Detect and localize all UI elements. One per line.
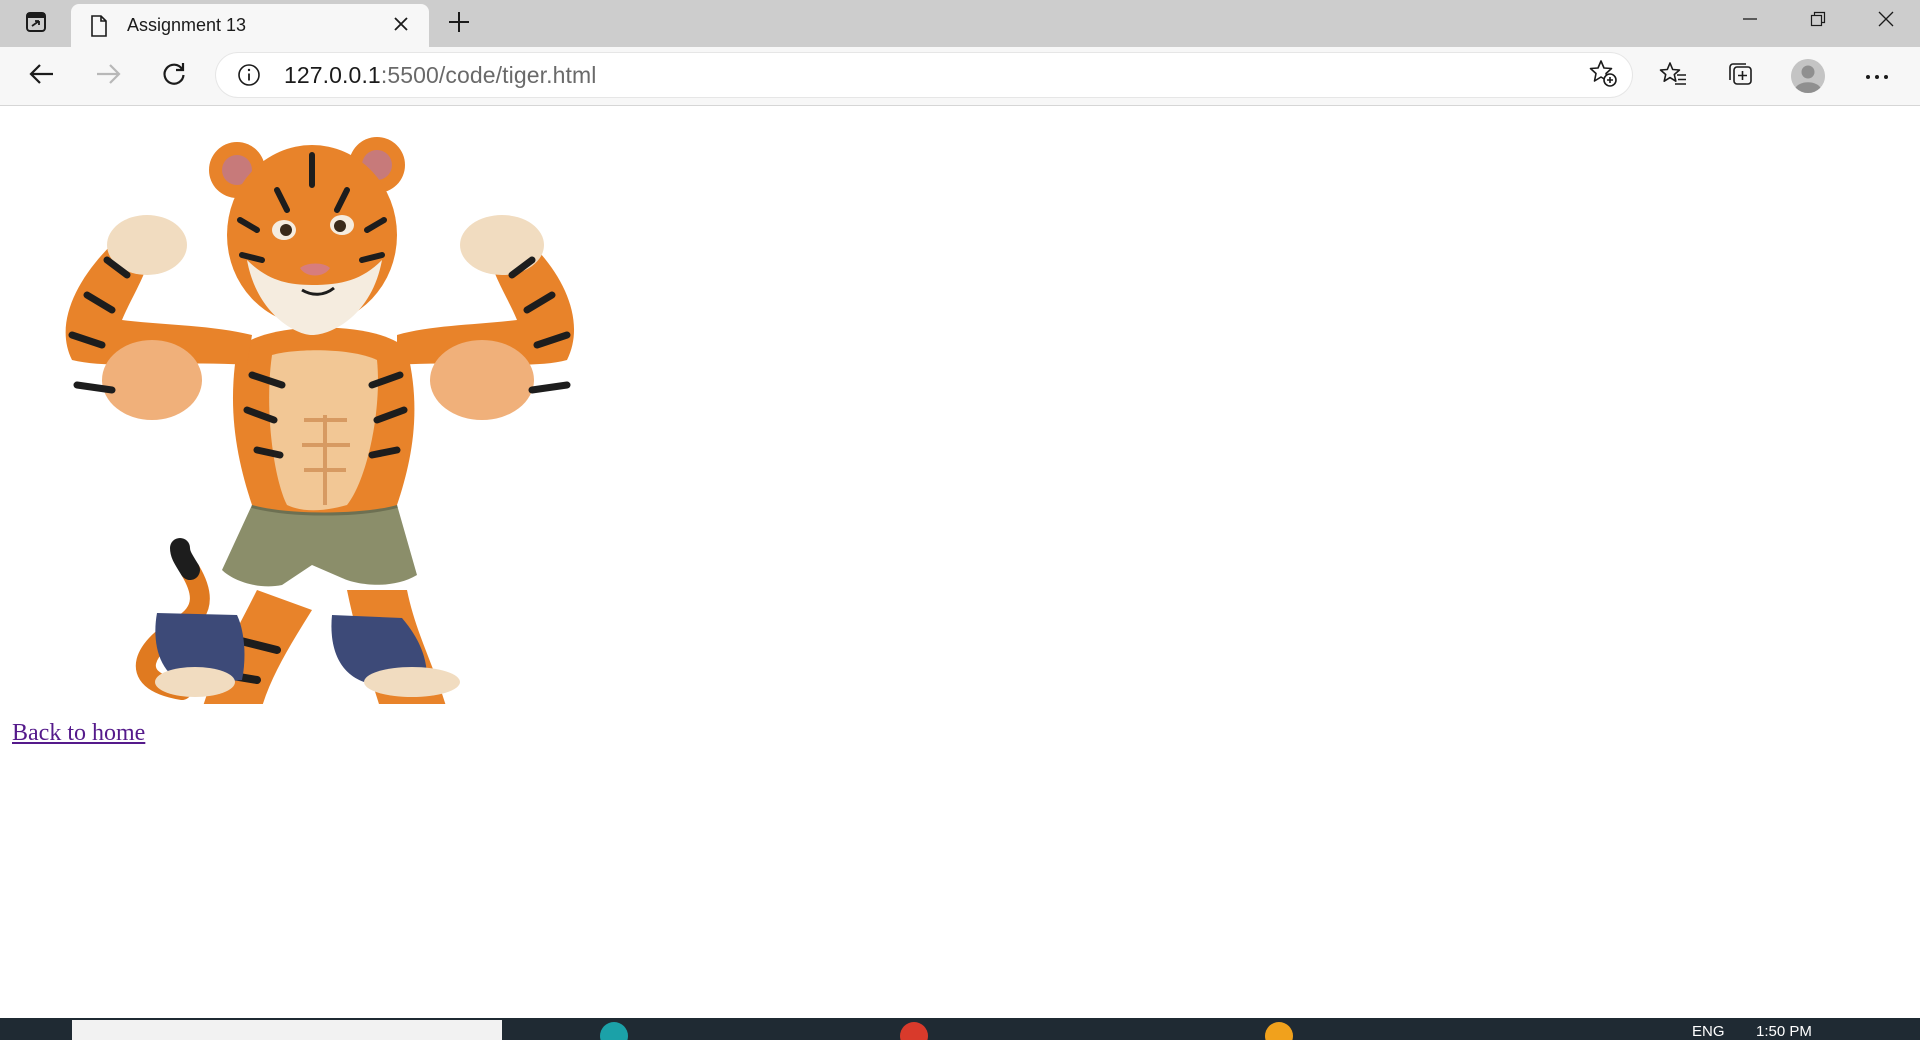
- page-icon: [89, 14, 109, 38]
- plus-icon: [448, 11, 470, 38]
- browser-window: Assignment 13 127.0.0.1:5500/code/tiger.…: [0, 0, 1920, 1040]
- address-url[interactable]: 127.0.0.1:5500/code/tiger.html: [284, 62, 596, 89]
- url-path: :5500/code/tiger.html: [380, 61, 597, 88]
- restore-button[interactable]: [1784, 0, 1852, 42]
- page-content: Back to home: [0, 106, 1920, 1018]
- refresh-button[interactable]: [154, 56, 194, 96]
- back-to-home-link[interactable]: Back to home: [12, 720, 145, 747]
- url-host: 127.0.0.1: [284, 61, 381, 88]
- info-icon[interactable]: [236, 62, 262, 88]
- tab-close-button[interactable]: [387, 12, 415, 40]
- browser-toolbar: 127.0.0.1:5500/code/tiger.html: [0, 47, 1920, 106]
- refresh-icon: [161, 61, 187, 92]
- tab-actions-icon: [24, 10, 48, 39]
- arrow-right-icon: [95, 63, 121, 90]
- restore-icon: [1810, 11, 1826, 32]
- profile-button[interactable]: [1791, 59, 1825, 93]
- avatar-icon: [1791, 59, 1825, 93]
- favorites-icon: [1659, 61, 1687, 92]
- arrow-left-icon: [29, 63, 55, 90]
- collections-button[interactable]: [1720, 56, 1760, 96]
- window-close-button[interactable]: [1852, 0, 1920, 42]
- tab-active[interactable]: Assignment 13: [71, 4, 429, 47]
- taskbar-app-chrome[interactable]: [900, 1022, 928, 1040]
- tray-language[interactable]: ENG: [1692, 1023, 1725, 1040]
- star-add-icon: [1589, 59, 1617, 92]
- tab-strip: Assignment 13: [0, 0, 1920, 47]
- minimize-icon: [1742, 11, 1758, 32]
- favorites-button[interactable]: [1653, 56, 1693, 96]
- minimize-button[interactable]: [1716, 0, 1784, 42]
- tiger-image: [65, 137, 575, 704]
- tab-title: Assignment 13: [127, 15, 247, 35]
- more-button[interactable]: [1857, 56, 1897, 96]
- close-icon: [1878, 11, 1894, 32]
- forward-button[interactable]: [88, 56, 128, 96]
- window-controls: [1716, 0, 1920, 42]
- taskbar-app-edge[interactable]: [600, 1022, 628, 1040]
- more-icon: [1865, 67, 1889, 85]
- taskbar-app[interactable]: [1265, 1022, 1293, 1040]
- new-tab-button[interactable]: [441, 6, 477, 42]
- close-icon: [393, 16, 409, 37]
- tray-clock[interactable]: 1:50 PM: [1756, 1023, 1812, 1040]
- collections-icon: [1727, 61, 1753, 92]
- taskbar: ENG 1:50 PM: [0, 1018, 1920, 1040]
- tab-actions-button[interactable]: [8, 6, 64, 42]
- address-bar[interactable]: 127.0.0.1:5500/code/tiger.html: [216, 53, 1632, 97]
- back-button[interactable]: [22, 56, 62, 96]
- add-favorite-button[interactable]: [1588, 59, 1618, 92]
- taskbar-search-box[interactable]: [72, 1020, 502, 1040]
